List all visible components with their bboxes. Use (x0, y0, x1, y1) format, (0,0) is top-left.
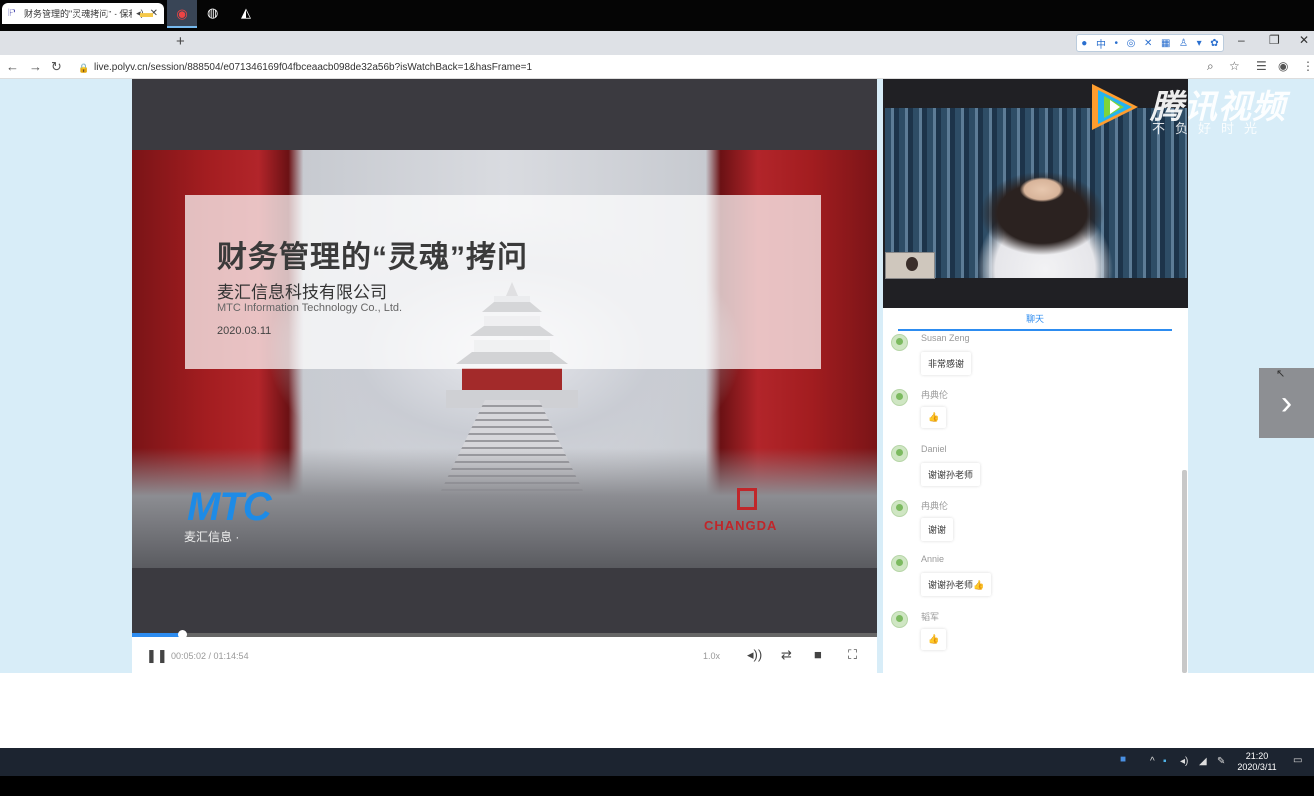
slide-date: 2020.03.11 (217, 325, 272, 337)
menu-kebab-icon[interactable]: ⋮ (1302, 59, 1314, 73)
back-arrow-icon[interactable]: ← (6, 59, 19, 74)
clock-time: 21:20 (1245, 751, 1269, 761)
player-controls: ❚❚ 00:05:02 / 01:14:54 1.0x ◂)) ⇄ ■ ⛶ (132, 637, 877, 673)
playback-time: 00:05:02 / 01:14:54 (171, 651, 249, 661)
task-view-icon[interactable]: ⧉ (106, 5, 115, 21)
extension-icon[interactable]: ✕ (1144, 38, 1152, 49)
volume-tray-icon[interactable]: ◂) (1180, 756, 1188, 767)
tray-app-icon[interactable]: ▪ (1163, 756, 1167, 767)
restore-button[interactable]: ❐ (1269, 33, 1280, 47)
camera-icon[interactable]: ■ (814, 647, 822, 662)
bottom-black-bar (0, 776, 1314, 796)
file-explorer-icon[interactable]: ▬ (140, 5, 153, 20)
extension-icon[interactable]: • (1115, 38, 1119, 49)
user-avatar-icon (891, 389, 908, 406)
mouse-cursor-icon: ↖ (1276, 368, 1286, 380)
taskbar-clock[interactable]: 21:20 2020/3/11 (1232, 751, 1282, 773)
presentation-slide: 财务管理的“灵魂”拷问 麦汇信息科技有限公司 MTC Information T… (132, 150, 877, 568)
reload-icon[interactable]: ↻ (51, 59, 62, 75)
user-avatar-icon (891, 500, 908, 517)
forward-arrow-icon[interactable]: → (29, 59, 42, 74)
chat-bubble: 谢谢孙老师👍 (921, 573, 992, 596)
chat-bubble: 👍 (921, 407, 947, 428)
url-field[interactable]: 🔒 live.polyv.cn/session/888504/e07134616… (78, 58, 1218, 76)
cortana-icon[interactable]: ○ (73, 5, 81, 20)
chat-bubble: 非常感谢 (921, 352, 972, 375)
user-avatar-icon (891, 555, 908, 572)
lock-icon: 🔒 (78, 62, 90, 73)
user-avatar-icon (891, 445, 908, 462)
extension-icon[interactable]: ▦ (1161, 38, 1170, 49)
chat-username: 冉典伦 (921, 501, 949, 511)
windows-taskbar (0, 748, 1314, 776)
chat-bubble: 👍 (921, 629, 947, 650)
extension-icon[interactable]: ● (1081, 38, 1087, 49)
chevron-right-icon: › (1280, 383, 1293, 422)
input-method-icon[interactable]: ✎ (1217, 756, 1225, 767)
minimize-button[interactable]: – (1238, 33, 1245, 47)
viewer-camera-thumbnail (885, 252, 935, 279)
chat-bubble: 谢谢孙老师 (921, 463, 981, 486)
slide-company-en: MTC Information Technology Co., Ltd. (217, 302, 403, 314)
bookmark-star-icon[interactable]: ☆ (1229, 59, 1240, 73)
chat-username: 冉典伦 (921, 390, 949, 400)
tray-app-icon[interactable]: ■ (1120, 754, 1126, 765)
volume-icon[interactable]: ◂)) (747, 647, 762, 663)
user-avatar-icon (891, 611, 908, 628)
switch-layout-icon[interactable]: ⇄ (781, 647, 792, 663)
mtc-logo: MTC (187, 485, 272, 529)
reading-list-icon[interactable]: ☰ (1256, 59, 1267, 73)
top-black-bar (0, 0, 1314, 31)
chat-scrollbar[interactable] (1182, 470, 1187, 673)
app-icon[interactable]: ◭ (241, 5, 251, 21)
new-tab-button[interactable]: + (176, 33, 185, 50)
network-icon[interactable]: ◢ (1199, 756, 1207, 767)
windows-start-icon[interactable]: ⊞ (8, 5, 19, 21)
changda-logo: CHANGDA (704, 518, 778, 533)
url-text: live.polyv.cn/session/888504/e071346169f… (94, 61, 533, 73)
extension-icon[interactable]: ▾ (1197, 38, 1202, 49)
slide-title: 财务管理的“灵魂”拷问 (217, 241, 528, 274)
tab-chat[interactable]: 聊天 (898, 311, 1172, 331)
profile-icon[interactable]: ◉ (1278, 59, 1288, 73)
app-icon[interactable]: ◍ (207, 5, 218, 21)
chat-username: Annie (921, 554, 945, 564)
chat-username: 韬军 (921, 612, 940, 622)
clock-date: 2020/3/11 (1237, 762, 1277, 772)
tencent-video-logo-icon (1092, 84, 1138, 130)
mtc-logo-subtitle: 麦汇信息 · (184, 530, 240, 544)
extension-icon[interactable]: ♙ (1179, 38, 1188, 49)
chat-bubble: 谢谢 (921, 518, 954, 541)
fullscreen-icon[interactable]: ⛶ (848, 647, 857, 663)
watermark-slogan: 不负好时光 (1152, 121, 1268, 136)
changda-logo-mark-icon (737, 488, 757, 510)
chat-message-list[interactable]: Susan Zeng 非常感谢 冉典伦 👍 Daniel 谢谢孙老师 冉典伦 谢… (888, 330, 1178, 670)
next-slide-button[interactable]: › (1259, 368, 1314, 438)
chevron-up-icon[interactable]: ^ (1150, 756, 1155, 767)
pause-button[interactable]: ❚❚ (146, 648, 168, 664)
notification-icon[interactable]: ▭ (1293, 755, 1302, 766)
playback-speed[interactable]: 1.0x (703, 651, 720, 661)
close-window-button[interactable]: ✕ (1299, 33, 1309, 47)
chat-username: Daniel (921, 444, 947, 454)
viewer-face-image (906, 257, 918, 271)
search-icon[interactable]: ⌕ (40, 5, 47, 21)
zoom-icon[interactable]: ⌕ (1207, 59, 1214, 74)
extension-icon[interactable]: 中 (1096, 36, 1106, 51)
user-avatar-icon (891, 334, 908, 351)
extension-icon[interactable]: ◎ (1127, 38, 1136, 49)
chrome-icon[interactable]: ◉ (167, 0, 197, 28)
extension-toolbar[interactable]: ● 中 • ◎ ✕ ▦ ♙ ▾ ✿ (1076, 34, 1224, 52)
page-footer-area (0, 673, 1314, 748)
extension-icon[interactable]: ✿ (1210, 38, 1218, 49)
chat-username: Susan Zeng (921, 333, 970, 343)
tencent-video-watermark: 腾讯视频 不负好时光 (1080, 80, 1300, 140)
slide-company-cn: 麦汇信息科技有限公司 (217, 283, 387, 302)
